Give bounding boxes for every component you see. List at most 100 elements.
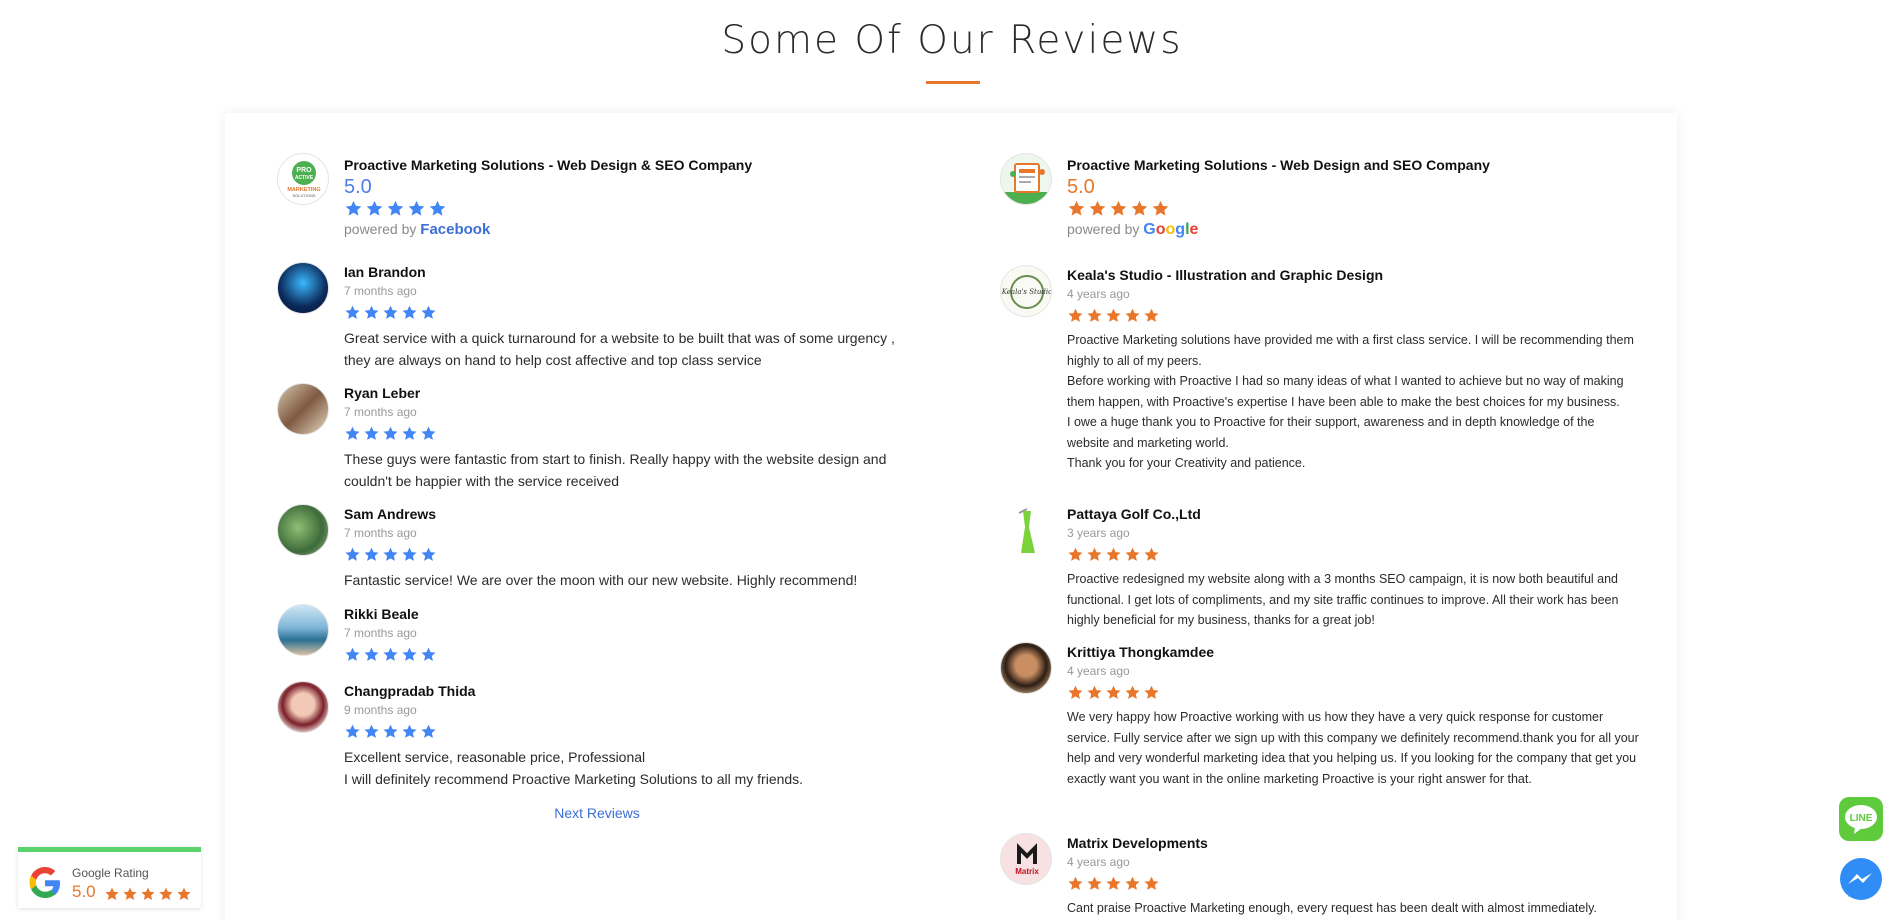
badge-stars <box>104 884 192 903</box>
avatar-text: Keala's Studio <box>1001 288 1052 296</box>
review-text: Excellent service, reasonable price, Pro… <box>344 749 804 787</box>
star-icon <box>345 305 360 319</box>
review-time: 4 years ago <box>1067 855 1130 869</box>
badge-label: Google Rating <box>72 866 149 880</box>
facebook-brand[interactable]: Facebook <box>420 221 490 238</box>
star-icon <box>1125 876 1140 890</box>
overall-rating: 5.0 <box>1067 176 1095 198</box>
business-logo: PRO ACTIVE MARKETING SOLUTIONS <box>277 153 329 205</box>
star-icon <box>1089 200 1106 216</box>
heading-underline <box>926 81 980 84</box>
star-icon <box>345 200 362 216</box>
star-icon <box>1131 200 1148 216</box>
badge-score: 5.0 <box>72 882 96 901</box>
reviewer-name[interactable]: Krittiya Thongkamdee <box>1067 644 1640 660</box>
star-icon <box>1087 685 1102 699</box>
star-icon <box>421 305 436 319</box>
reviewer-name[interactable]: Ryan Leber <box>344 385 917 401</box>
reviewer-avatar[interactable] <box>277 604 329 656</box>
review-time: 4 years ago <box>1067 287 1130 301</box>
business-name[interactable]: Proactive Marketing Solutions - Web Desi… <box>344 157 917 173</box>
messenger-icon <box>1840 858 1882 900</box>
review-stars <box>344 303 917 322</box>
star-icon <box>345 647 360 661</box>
reviewer-name[interactable]: Changpradab Thida <box>344 683 917 699</box>
reviewer-avatar[interactable]: Keala's Studio <box>1000 265 1052 317</box>
review-time: 7 months ago <box>344 284 417 298</box>
star-icon <box>364 305 379 319</box>
star-icon <box>408 200 425 216</box>
star-icon <box>1106 876 1121 890</box>
powered-by: powered by Google <box>1067 221 1640 239</box>
star-icon <box>1144 685 1159 699</box>
reviewer-avatar[interactable] <box>1000 642 1052 694</box>
star-icon <box>402 647 417 661</box>
powered-by: powered by Facebook <box>344 221 917 238</box>
line-chat-button[interactable]: LINE <box>1838 796 1884 842</box>
review-text: Proactive Marketing solutions have provi… <box>1067 333 1634 470</box>
review-stars <box>344 424 917 443</box>
star-icon <box>1106 547 1121 561</box>
google-rating-badge[interactable]: Google Rating 5.0 <box>18 847 201 908</box>
reviewer-avatar[interactable] <box>277 681 329 733</box>
next-reviews-link[interactable]: Next Reviews <box>277 805 917 821</box>
star-icon <box>402 305 417 319</box>
reviewer-name[interactable]: Rikki Beale <box>344 606 917 622</box>
review-time: 7 months ago <box>344 405 417 419</box>
star-icon <box>1110 200 1127 216</box>
star-icon <box>1068 200 1085 216</box>
star-icon <box>383 647 398 661</box>
review-item: Krittiya Thongkamdee 4 years ago We very… <box>1067 644 1640 789</box>
star-icon <box>1087 308 1102 322</box>
star-icon <box>364 724 379 738</box>
star-icon <box>1125 308 1140 322</box>
overall-stars <box>1067 199 1640 218</box>
star-icon <box>123 887 137 900</box>
star-icon <box>105 887 119 900</box>
overall-stars <box>344 199 917 218</box>
star-icon <box>383 305 398 319</box>
star-icon <box>1068 308 1083 322</box>
section-heading: Some Of Our Reviews <box>721 18 1183 63</box>
star-icon <box>383 426 398 440</box>
reviewer-avatar[interactable] <box>1000 504 1052 556</box>
avatar-text: Matrix <box>1015 867 1039 876</box>
reviewer-name[interactable]: Sam Andrews <box>344 506 917 522</box>
reviewer-avatar[interactable] <box>277 262 329 314</box>
business-name[interactable]: Proactive Marketing Solutions - Web Desi… <box>1067 157 1640 173</box>
star-icon <box>1106 685 1121 699</box>
review-item: Matrix Developments 4 years ago Cant pra… <box>1067 835 1640 919</box>
review-stars <box>1067 683 1640 702</box>
reviewer-name[interactable]: Matrix Developments <box>1067 835 1640 851</box>
star-icon <box>1068 685 1083 699</box>
review-time: 7 months ago <box>344 526 417 540</box>
svg-text:ACTIVE: ACTIVE <box>295 175 314 181</box>
reviewer-name[interactable]: Keala's Studio - Illustration and Graphi… <box>1067 267 1640 283</box>
star-icon <box>345 547 360 561</box>
star-icon <box>345 724 360 738</box>
reviewer-avatar[interactable] <box>277 383 329 435</box>
review-item: Ryan Leber 7 months ago These guys were … <box>344 385 917 492</box>
review-item: Pattaya Golf Co.,Ltd 3 years ago Proacti… <box>1067 506 1640 631</box>
review-stars <box>1067 874 1640 893</box>
messenger-chat-button[interactable] <box>1838 857 1884 903</box>
star-icon <box>383 547 398 561</box>
reviewer-name[interactable]: Ian Brandon <box>344 264 917 280</box>
reviewer-name[interactable]: Pattaya Golf Co.,Ltd <box>1067 506 1640 522</box>
reviewer-avatar[interactable]: Matrix <box>1000 833 1052 885</box>
star-icon <box>387 200 404 216</box>
review-text: Great service with a quick turnaround fo… <box>344 330 895 368</box>
reviewer-avatar[interactable] <box>277 504 329 556</box>
google-brand[interactable]: Google <box>1143 221 1198 238</box>
star-icon <box>1068 876 1083 890</box>
star-icon <box>402 724 417 738</box>
star-icon <box>141 887 155 900</box>
star-icon <box>1144 876 1159 890</box>
star-icon <box>421 724 436 738</box>
line-icon: LINE <box>1839 797 1883 841</box>
review-item: Keala's Studio - Illustration and Graphi… <box>1067 267 1640 474</box>
star-icon <box>402 547 417 561</box>
review-time: 3 years ago <box>1067 526 1130 540</box>
star-icon <box>1152 200 1169 216</box>
overall-rating: 5.0 <box>344 176 372 198</box>
